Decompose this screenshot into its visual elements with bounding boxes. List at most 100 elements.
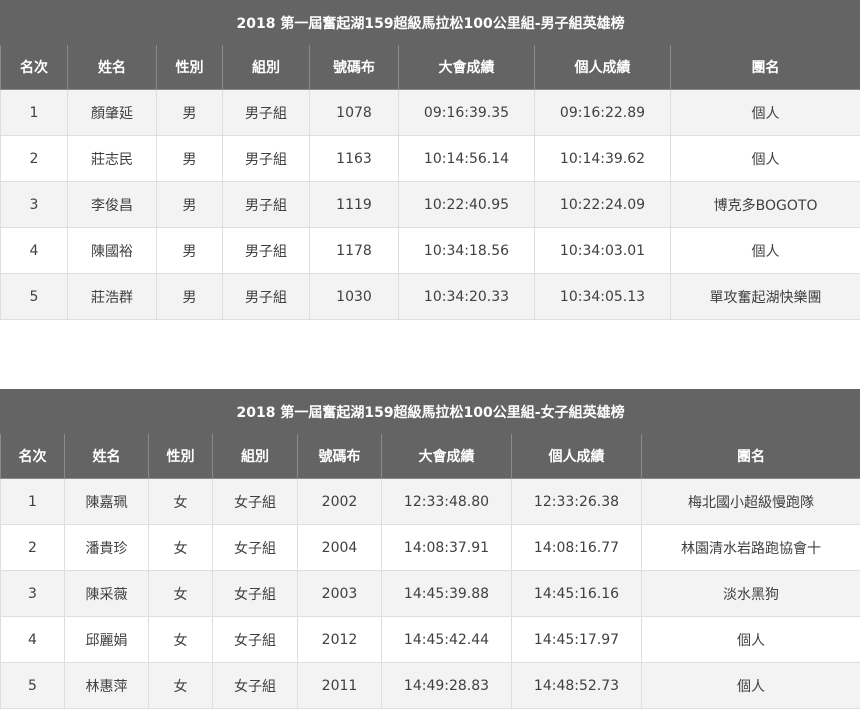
personal-time-cell: 10:34:05.13 [534, 273, 671, 320]
men-leaderboard: 2018 第一屆奮起湖159超級馬拉松100公里組-男子組英雄榜 名次 姓名 性… [0, 0, 860, 320]
name-cell: 陳國裕 [67, 227, 157, 274]
rank-cell: 5 [0, 273, 68, 320]
bib-cell: 1163 [309, 135, 399, 182]
personal-time-cell: 14:08:16.77 [511, 524, 642, 571]
team-cell: 個人 [640, 616, 860, 663]
table-row: 5 林惠萍 女 女子組 2011 14:49:28.83 14:48:52.73… [0, 662, 860, 709]
women-board-title: 2018 第一屆奮起湖159超級馬拉松100公里組-女子組英雄榜 [0, 389, 860, 434]
personal-time-cell: 09:16:22.89 [534, 89, 671, 136]
rank-cell: 4 [0, 227, 68, 274]
division-cell: 男子組 [222, 273, 310, 320]
official-time-cell: 14:45:39.88 [381, 570, 512, 617]
division-cell: 女子組 [212, 478, 298, 525]
column-header-team: 團名 [669, 44, 860, 90]
rank-cell: 2 [0, 135, 68, 182]
bib-cell: 1078 [309, 89, 399, 136]
division-cell: 女子組 [212, 616, 298, 663]
table-row: 4 邱麗娟 女 女子組 2012 14:45:42.44 14:45:17.97… [0, 616, 860, 663]
table-row: 1 顏肇延 男 男子組 1078 09:16:39.35 09:16:22.89… [0, 89, 860, 136]
name-cell: 李俊昌 [67, 181, 157, 228]
rank-cell: 3 [0, 570, 65, 617]
bib-cell: 2002 [297, 478, 382, 525]
division-cell: 女子組 [212, 662, 298, 709]
column-header-personal-time: 個人成績 [511, 433, 642, 479]
column-header-rank: 名次 [0, 44, 68, 90]
personal-time-cell: 14:48:52.73 [511, 662, 642, 709]
name-cell: 邱麗娟 [64, 616, 149, 663]
official-time-cell: 09:16:39.35 [398, 89, 535, 136]
gender-cell: 男 [156, 273, 223, 320]
table-row: 2 莊志民 男 男子組 1163 10:14:56.14 10:14:39.62… [0, 135, 860, 182]
rank-cell: 1 [0, 89, 68, 136]
personal-time-cell: 12:33:26.38 [511, 478, 642, 525]
name-cell: 顏肇延 [67, 89, 157, 136]
gender-cell: 男 [156, 227, 223, 274]
rank-cell: 1 [0, 478, 65, 525]
name-cell: 莊志民 [67, 135, 157, 182]
gender-cell: 男 [156, 135, 223, 182]
women-results-table: 2018 第一屆奮起湖159超級馬拉松100公里組-女子組英雄榜 名次 姓名 性… [0, 389, 860, 709]
bib-cell: 2012 [297, 616, 382, 663]
team-cell: 個人 [640, 662, 860, 709]
gender-cell: 男 [156, 181, 223, 228]
division-cell: 女子組 [212, 570, 298, 617]
team-cell: 博克多BOGOTO [669, 181, 860, 228]
table-row: 3 陳采薇 女 女子組 2003 14:45:39.88 14:45:16.16… [0, 570, 860, 617]
team-cell: 單攻奮起湖快樂團 [669, 273, 860, 320]
official-time-cell: 10:34:18.56 [398, 227, 535, 274]
men-board-title: 2018 第一屆奮起湖159超級馬拉松100公里組-男子組英雄榜 [0, 0, 860, 45]
column-header-personal-time: 個人成績 [534, 44, 671, 90]
gender-cell: 女 [148, 478, 213, 525]
table-row: 4 陳國裕 男 男子組 1178 10:34:18.56 10:34:03.01… [0, 227, 860, 274]
name-cell: 林惠萍 [64, 662, 149, 709]
column-header-gender: 性別 [148, 433, 213, 479]
column-header-bib: 號碼布 [297, 433, 382, 479]
team-cell: 個人 [669, 89, 860, 136]
division-cell: 男子組 [222, 181, 310, 228]
official-time-cell: 14:08:37.91 [381, 524, 512, 571]
division-cell: 男子組 [222, 135, 310, 182]
personal-time-cell: 10:14:39.62 [534, 135, 671, 182]
official-time-cell: 10:14:56.14 [398, 135, 535, 182]
bib-cell: 2003 [297, 570, 382, 617]
personal-time-cell: 10:22:24.09 [534, 181, 671, 228]
team-cell: 淡水黑狗 [640, 570, 860, 617]
bib-cell: 2004 [297, 524, 382, 571]
column-header-team: 團名 [640, 433, 860, 479]
table-row: 1 陳嘉珮 女 女子組 2002 12:33:48.80 12:33:26.38… [0, 478, 860, 525]
column-header-division: 組別 [222, 44, 310, 90]
name-cell: 陳嘉珮 [64, 478, 149, 525]
bib-cell: 1178 [309, 227, 399, 274]
division-cell: 男子組 [222, 89, 310, 136]
table-row: 3 李俊昌 男 男子組 1119 10:22:40.95 10:22:24.09… [0, 181, 860, 228]
official-time-cell: 14:45:42.44 [381, 616, 512, 663]
personal-time-cell: 14:45:16.16 [511, 570, 642, 617]
name-cell: 潘貴珍 [64, 524, 149, 571]
women-leaderboard: 2018 第一屆奮起湖159超級馬拉松100公里組-女子組英雄榜 名次 姓名 性… [0, 389, 860, 709]
team-cell: 林園清水岩路跑協會十 [640, 524, 860, 571]
gender-cell: 女 [148, 662, 213, 709]
gender-cell: 女 [148, 570, 213, 617]
division-cell: 男子組 [222, 227, 310, 274]
column-header-division: 組別 [212, 433, 298, 479]
rank-cell: 3 [0, 181, 68, 228]
bib-cell: 2011 [297, 662, 382, 709]
column-header-official-time: 大會成績 [398, 44, 535, 90]
official-time-cell: 14:49:28.83 [381, 662, 512, 709]
division-cell: 女子組 [212, 524, 298, 571]
men-results-table: 2018 第一屆奮起湖159超級馬拉松100公里組-男子組英雄榜 名次 姓名 性… [0, 0, 860, 320]
column-header-name: 姓名 [67, 44, 157, 90]
rank-cell: 5 [0, 662, 65, 709]
official-time-cell: 12:33:48.80 [381, 478, 512, 525]
team-cell: 個人 [669, 135, 860, 182]
column-header-name: 姓名 [64, 433, 149, 479]
personal-time-cell: 14:45:17.97 [511, 616, 642, 663]
bib-cell: 1119 [309, 181, 399, 228]
table-row: 5 莊浩群 男 男子組 1030 10:34:20.33 10:34:05.13… [0, 273, 860, 320]
official-time-cell: 10:34:20.33 [398, 273, 535, 320]
bib-cell: 1030 [309, 273, 399, 320]
gender-cell: 女 [148, 524, 213, 571]
table-row: 2 潘貴珍 女 女子組 2004 14:08:37.91 14:08:16.77… [0, 524, 860, 571]
official-time-cell: 10:22:40.95 [398, 181, 535, 228]
team-cell: 個人 [669, 227, 860, 274]
